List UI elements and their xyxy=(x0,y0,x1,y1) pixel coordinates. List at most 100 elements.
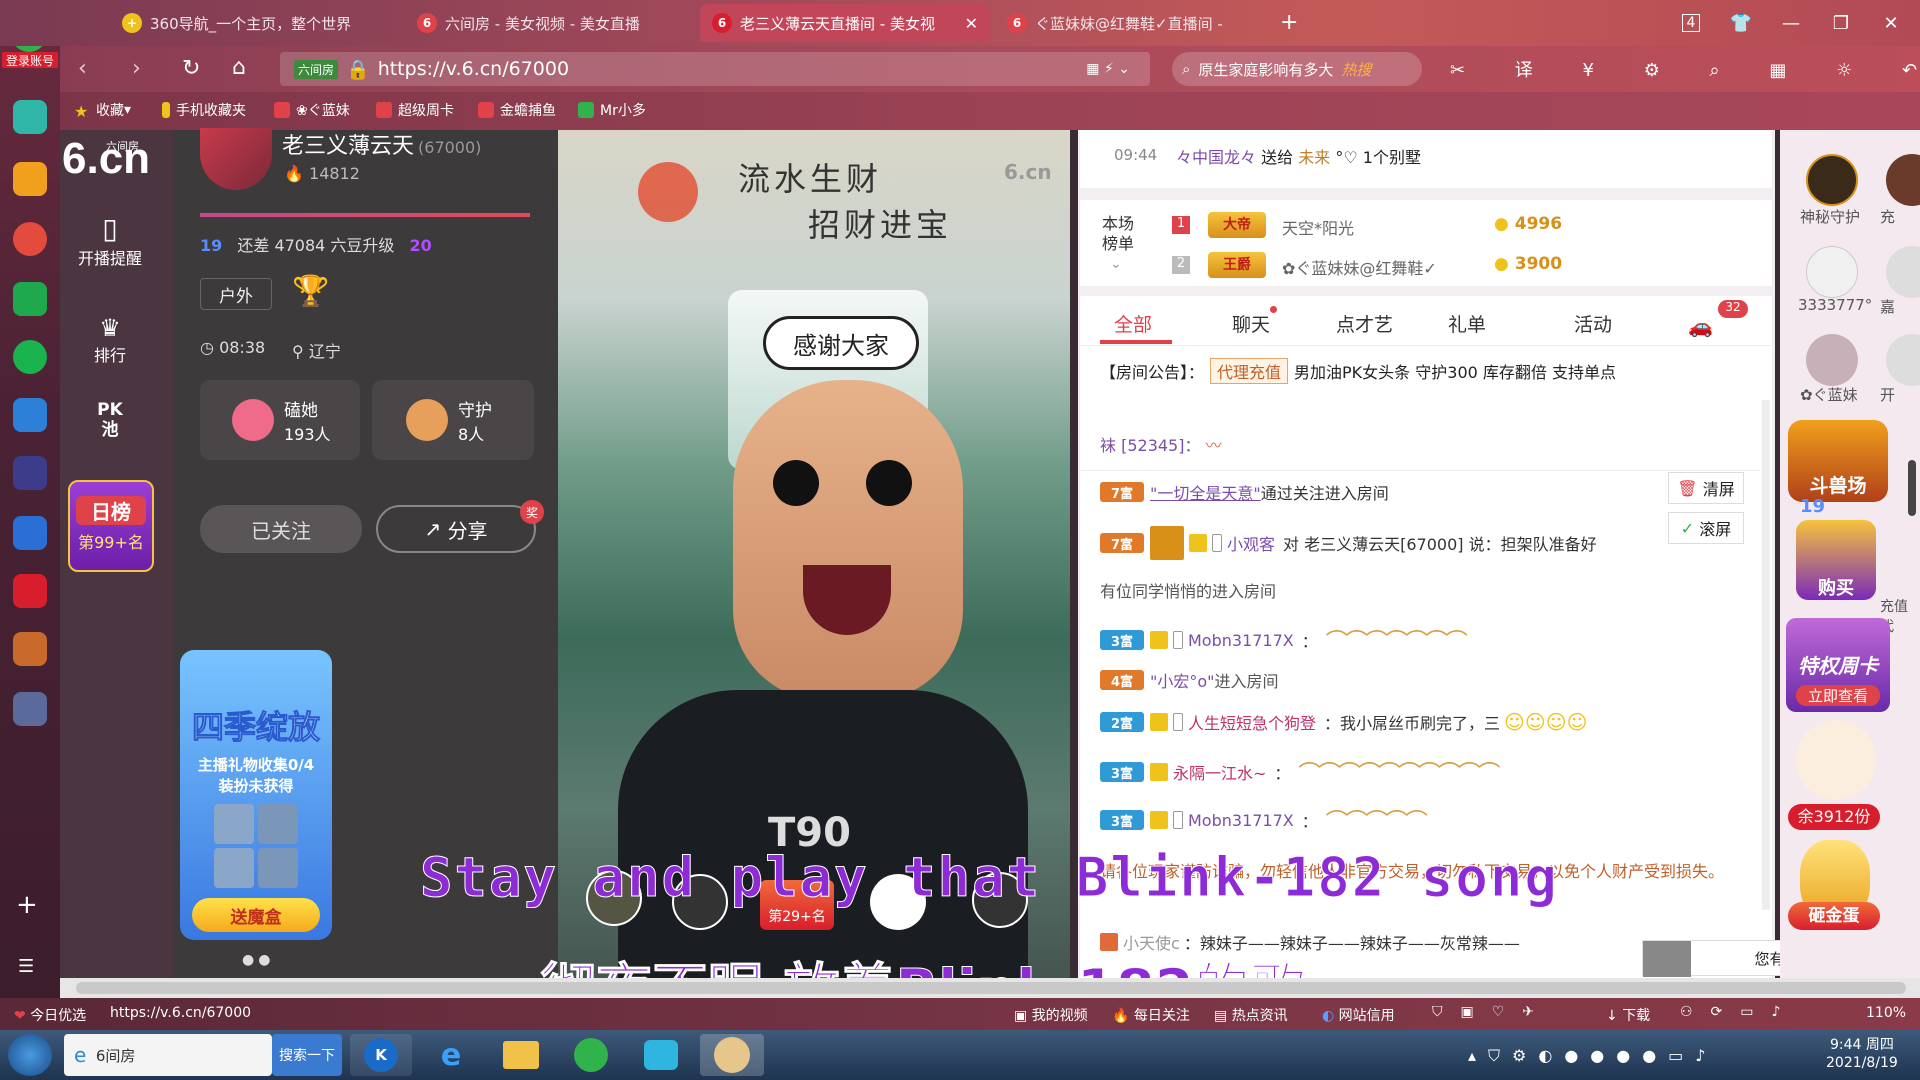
daily-pick[interactable]: ❤ 今日优选 xyxy=(14,1005,86,1025)
fire-icon: 🔥 xyxy=(284,164,304,183)
qr-icon[interactable]: ▦ ⚡ ⌄ xyxy=(1086,61,1130,77)
start-button[interactable] xyxy=(8,1034,52,1076)
status-icons[interactable]: ⛉▣♡✈ xyxy=(1432,1004,1552,1020)
nav-remind[interactable]: ▯ 开播提醒 xyxy=(78,212,142,269)
game3-icon[interactable] xyxy=(13,692,47,726)
cp-card[interactable]: 磕她 193人 xyxy=(200,380,360,460)
rank-name[interactable]: ✿ぐ蓝妹妹@红舞鞋✓ xyxy=(1282,255,1437,279)
mail-icon[interactable] xyxy=(13,282,47,316)
taskbar-360[interactable] xyxy=(560,1034,622,1076)
bookmark-weekcard[interactable]: 超级周卡 xyxy=(376,100,454,120)
guard-name: 3333777° xyxy=(1798,296,1873,314)
daily-rank-widget[interactable]: 日榜 第99+名 xyxy=(68,480,154,572)
redbook-icon[interactable] xyxy=(13,574,47,608)
taskbar-search[interactable]: e 6间房 xyxy=(64,1034,272,1076)
horizontal-scroll-thumb[interactable] xyxy=(76,982,1906,994)
add-icon[interactable]: + xyxy=(16,890,38,920)
clock[interactable]: 9:44 周四 2021/8/19 xyxy=(1826,1036,1898,1072)
bookmark-lanmei[interactable]: ❀ぐ蓝妹 xyxy=(274,100,350,120)
tab-gifts[interactable]: 礼单 xyxy=(1448,310,1486,337)
tab-6cn[interactable]: 6 六间房 - 美女视频 - 美女直播 xyxy=(405,4,695,42)
clear-screen-button[interactable]: 🗑 清屏 xyxy=(1668,472,1744,504)
status-daily[interactable]: 🔥 每日关注 xyxy=(1112,1005,1190,1025)
minimize-icon[interactable]: — xyxy=(1776,8,1806,38)
close-window-icon[interactable]: ✕ xyxy=(1876,8,1906,38)
guard-avatar[interactable] xyxy=(1806,334,1858,386)
6cn-icon xyxy=(478,102,494,118)
lucky-cat-icon[interactable] xyxy=(1796,720,1876,800)
trophy-icon[interactable]: 🏆 xyxy=(292,274,336,314)
week-card-button[interactable]: 立即查看 xyxy=(1796,685,1880,706)
tab-count-badge[interactable]: 4 xyxy=(1676,8,1706,38)
tab-360[interactable]: + 360导航_一个主页，整个世界 xyxy=(110,4,400,42)
anchor-tag[interactable]: 户外 xyxy=(200,278,272,310)
share-button[interactable]: ↗ 分享 xyxy=(376,505,536,553)
bookmark-mobile[interactable]: 手机收藏夹 xyxy=(162,100,246,120)
game-icon[interactable] xyxy=(13,456,47,490)
toolbar-icons[interactable]: ✂ 译 ¥ ⚙ ⌕ ▦ ☼ ↶ ☰ xyxy=(1450,56,1920,82)
rank-name[interactable]: 天空*阳光 xyxy=(1282,215,1354,239)
zoom-level[interactable]: 110% xyxy=(1866,1005,1906,1021)
tab-talent[interactable]: 点才艺 xyxy=(1336,310,1393,337)
carousel-dots[interactable]: ●● xyxy=(242,952,274,968)
chat-icon[interactable] xyxy=(13,340,47,374)
season-promo[interactable]: 四季绽放 主播礼物收集0/4 装扮未获得 送魔盒 xyxy=(180,650,332,940)
smash-egg-button[interactable]: 砸金蛋 xyxy=(1788,902,1880,930)
follow-button[interactable]: 已关注 xyxy=(200,505,362,553)
tab-events[interactable]: 活动 xyxy=(1574,310,1612,337)
chat-scrollbar[interactable] xyxy=(1762,400,1770,910)
close-tab-icon[interactable]: ✕ xyxy=(965,14,978,33)
skin-icon[interactable]: 👕 xyxy=(1726,8,1756,38)
forward-icon[interactable]: › xyxy=(132,56,141,81)
word-icon[interactable] xyxy=(13,516,47,550)
bookmark-mrxiaoduo[interactable]: Mr小多 xyxy=(578,100,646,120)
taskbar-live-app[interactable] xyxy=(700,1034,764,1076)
p-app-icon[interactable] xyxy=(13,398,47,432)
taskbar-folder[interactable] xyxy=(490,1034,552,1076)
tab-chat[interactable]: 聊天 xyxy=(1232,310,1270,337)
bookmark-favorites[interactable]: ★ 收藏 ▾ xyxy=(74,100,131,121)
nav-rank[interactable]: ♛ 排行 xyxy=(80,314,140,366)
search-button[interactable]: 搜索一下 xyxy=(272,1034,342,1076)
send-box-button[interactable]: 送魔盒 xyxy=(192,898,320,932)
sidebar-app-icon[interactable] xyxy=(13,100,47,134)
url-field[interactable]: 六间房 🔒 https://v.6.cn/67000 ▦ ⚡ ⌄ xyxy=(280,52,1150,86)
auto-scroll-button[interactable]: ✓ 滚屏 xyxy=(1668,512,1744,544)
refresh-icon[interactable]: ↻ xyxy=(182,56,200,81)
taskbar-ie[interactable]: e xyxy=(420,1034,482,1076)
weibo-icon[interactable] xyxy=(13,222,47,256)
tray-icons[interactable]: ▴⛉⚙◐●●●●▭♪ xyxy=(1468,1046,1718,1066)
guard-avatar[interactable] xyxy=(1806,246,1858,298)
back-icon[interactable]: ‹ xyxy=(78,56,87,81)
tab-room2[interactable]: 6 ぐ蓝妹妹@红舞鞋✓直播间 - xyxy=(995,4,1285,42)
status-credit[interactable]: ◐ 网站信用 xyxy=(1322,1005,1395,1025)
favorites-star-icon[interactable] xyxy=(13,162,47,196)
status-my-video[interactable]: ▣ 我的视频 xyxy=(1014,1005,1088,1025)
tab-room-active[interactable]: 6 老三义薄云天直播间 - 美女视 ✕ xyxy=(700,4,990,42)
menu-icon[interactable]: ☰ xyxy=(18,956,34,977)
game2-icon[interactable] xyxy=(13,632,47,666)
site-logo[interactable]: 6.cn 六间房 xyxy=(62,134,170,184)
status-icons-2[interactable]: ⚇⟳▭♪ xyxy=(1680,1004,1798,1020)
home-icon[interactable]: ⌂ xyxy=(232,55,246,80)
status-download[interactable]: ↓ 下载 xyxy=(1606,1005,1650,1025)
login-button[interactable]: 登录账号 xyxy=(2,52,58,68)
guard-avatar[interactable] xyxy=(1806,154,1858,206)
bookmark-fishing[interactable]: 金蟾捕鱼 xyxy=(478,100,556,120)
nav-pk[interactable]: PK池 xyxy=(80,400,140,440)
guard-card[interactable]: 守护 8人 xyxy=(372,380,534,460)
taskbar-app-k[interactable]: K xyxy=(350,1034,412,1076)
restore-icon[interactable]: ❐ xyxy=(1826,8,1856,38)
search-input[interactable]: ⌕ 原生家庭影响有多大 热搜 xyxy=(1172,52,1422,86)
tab-all[interactable]: 全部 xyxy=(1114,310,1152,337)
week-card-widget[interactable]: 特权周卡 立即查看 xyxy=(1786,618,1890,712)
buy-widget[interactable]: 购买 xyxy=(1796,520,1876,600)
new-tab-icon[interactable]: + xyxy=(1280,10,1298,35)
page-scrollbar[interactable] xyxy=(1908,460,1916,516)
taskbar-player[interactable] xyxy=(630,1034,692,1076)
chevron-down-icon[interactable]: ⌄ xyxy=(1110,256,1122,272)
arena-widget[interactable]: 斗兽场 xyxy=(1788,420,1888,502)
notice-tag[interactable]: 代理充值 xyxy=(1210,358,1289,384)
status-news[interactable]: ▤ 热点资讯 xyxy=(1214,1005,1288,1025)
car-icon[interactable]: 🚗 xyxy=(1688,314,1713,338)
